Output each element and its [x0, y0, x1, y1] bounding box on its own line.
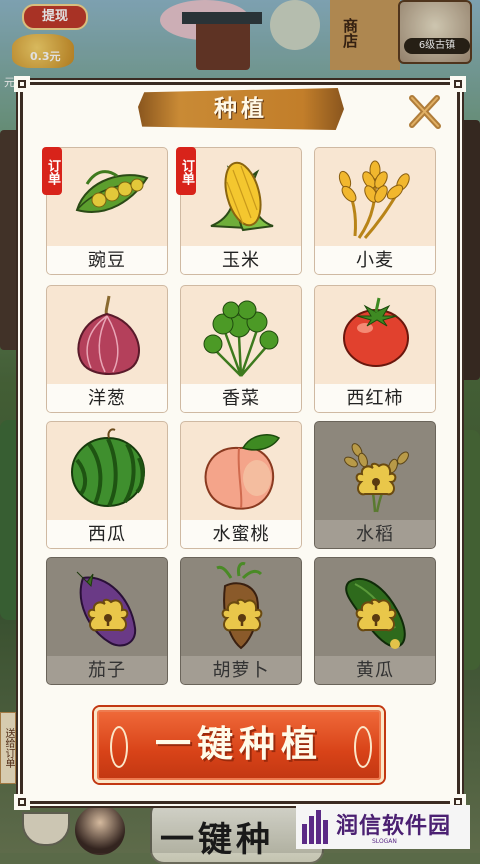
peach-icon: [204, 434, 281, 510]
crop-name: 香菜: [181, 384, 301, 412]
onion-icon: [77, 295, 140, 375]
order-tag: 订单: [176, 147, 196, 195]
crop-name: 茄子: [47, 656, 167, 684]
tomato-icon: [343, 297, 409, 367]
crop-card-tomato[interactable]: 西红柿: [314, 285, 436, 413]
crop-name: 玉米: [181, 246, 301, 274]
watermark-slogan: SLOGAN: [372, 838, 397, 845]
dialog-corner: [450, 76, 466, 92]
lock-icon: [87, 598, 129, 632]
crop-name: 西红柿: [315, 384, 435, 412]
watermelon-icon: [71, 428, 145, 507]
crop-card-watermelon[interactable]: 西瓜: [46, 421, 168, 549]
lock-icon: [221, 598, 263, 632]
watermark-name: 润信软件园: [336, 814, 452, 839]
close-button[interactable]: [404, 92, 444, 132]
crop-name: 豌豆: [47, 246, 167, 274]
dialog-corner: [14, 794, 30, 810]
dialog-title: 种植: [214, 96, 268, 122]
crop-card-eggplant[interactable]: 茄子: [46, 557, 168, 685]
cucumber-icon: [345, 577, 406, 649]
crop-name: 洋葱: [47, 384, 167, 412]
crop-card-carrot[interactable]: 胡萝卜: [180, 557, 302, 685]
corn-icon: [210, 161, 274, 232]
carrot-icon: [216, 562, 263, 650]
crop-name: 黄瓜: [315, 656, 435, 684]
lock-icon: [355, 598, 397, 632]
eggplant-icon: [76, 571, 137, 647]
wheat-icon: [338, 160, 410, 239]
close-icon: [409, 95, 441, 129]
crop-card-pea[interactable]: 豌豆: [46, 147, 168, 275]
rice-icon: [344, 443, 409, 513]
plant-all-label: 一键种植: [154, 724, 323, 765]
pea-pod-icon: [75, 170, 149, 213]
crop-name: 小麦: [315, 246, 435, 274]
crop-card-corn[interactable]: 玉米: [180, 147, 302, 275]
order-tag: 订单: [42, 147, 62, 195]
crop-name: 西瓜: [47, 520, 167, 548]
crop-name: 水蜜桃: [181, 520, 301, 548]
cilantro-icon: [203, 300, 279, 377]
crop-card-cucumber[interactable]: 黄瓜: [314, 557, 436, 685]
crop-card-onion[interactable]: 洋葱: [46, 285, 168, 413]
crop-name: 胡萝卜: [181, 656, 301, 684]
crop-card-wheat[interactable]: 小麦: [314, 147, 436, 275]
dialog-corner: [14, 76, 30, 92]
crop-name: 水稻: [315, 520, 435, 548]
crop-card-peach[interactable]: 水蜜桃: [180, 421, 302, 549]
crop-card-rice[interactable]: 水稻: [314, 421, 436, 549]
lock-icon: [355, 462, 397, 496]
watermark-logo-icon: [302, 810, 328, 844]
crop-card-cilantro[interactable]: 香菜: [180, 285, 302, 413]
